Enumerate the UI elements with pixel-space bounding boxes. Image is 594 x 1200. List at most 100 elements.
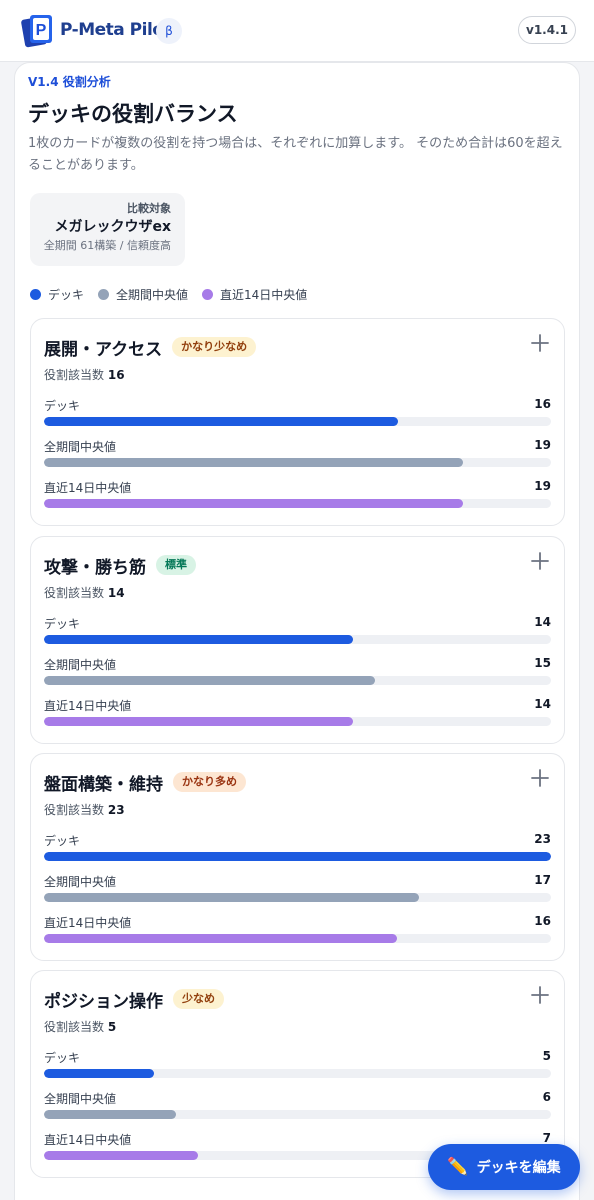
- role-count: 役割該当数 14: [44, 584, 125, 601]
- bar-value: 16: [534, 397, 551, 411]
- bar-fill: [44, 893, 419, 902]
- role-count-label: 役割該当数: [44, 586, 105, 600]
- bar-track: [44, 717, 551, 726]
- comparison-bar-row: デッキ 14: [44, 615, 551, 653]
- comparison-deck-name: メガレックウザex: [54, 219, 171, 235]
- role-count-label: 役割該当数: [44, 1020, 105, 1034]
- bar-label: 全期間中央値: [44, 1092, 117, 1106]
- bar-label: 直近14日中央値: [44, 699, 132, 713]
- page-title: デッキの役割バランス: [28, 102, 238, 126]
- bar-value: 7: [542, 1131, 551, 1145]
- legend: デッキ 全期間中央値 直近14日中央値: [30, 285, 321, 303]
- section-description: 1枚のカードが複数の役割を持つ場合は、それぞれに加算します。 そのため合計は60…: [28, 136, 563, 173]
- bar-fill: [44, 1069, 155, 1078]
- legend-item-all-time-median: 全期間中央値: [98, 286, 188, 303]
- edit-deck-button[interactable]: ✏️ デッキを編集: [428, 1144, 580, 1190]
- app-header: P P-Meta Pilot β v1.4.1: [0, 0, 594, 62]
- role-status-badge: 標準: [156, 555, 196, 575]
- comparison-bar-row: 直近14日中央値 14: [44, 697, 551, 735]
- role-title: ポジション操作: [44, 991, 163, 1012]
- role-title: 展開・アクセス: [44, 339, 163, 360]
- role-card-header: 盤面構築・維持 かなり多め: [44, 768, 246, 796]
- app-logo-text: P-Meta Pilot: [60, 20, 172, 40]
- comparison-label: 比較対象: [127, 202, 171, 215]
- bar-label: 全期間中央値: [44, 875, 117, 889]
- bar-fill: [44, 635, 353, 644]
- bar-track: [44, 676, 551, 685]
- beta-badge: β: [156, 18, 182, 44]
- bar-fill: [44, 717, 353, 726]
- role-status-badge: かなり多め: [173, 772, 246, 792]
- legend-label-all-time-median: 全期間中央値: [116, 287, 189, 302]
- role-count-value: 23: [107, 803, 125, 817]
- role-count-value: 5: [107, 1020, 117, 1034]
- bar-track: [44, 893, 551, 902]
- bar-value: 23: [534, 832, 551, 846]
- comparison-bar-row: デッキ 5: [44, 1049, 551, 1087]
- expand-plus-icon[interactable]: [530, 333, 550, 353]
- comparison-box: 比較対象 メガレックウザex 全期間 61構築 / 信頼度高: [30, 193, 185, 266]
- bar-fill: [44, 499, 463, 508]
- bar-fill: [44, 458, 463, 467]
- role-status-badge: かなり少なめ: [172, 337, 257, 357]
- role-count-value: 16: [107, 368, 125, 382]
- comparison-bar-row: 全期間中央値 6: [44, 1090, 551, 1128]
- bar-track: [44, 635, 551, 644]
- bar-value: 14: [534, 615, 551, 629]
- bar-track: [44, 458, 551, 467]
- role-card: 攻撃・勝ち筋 標準役割該当数 14 デッキ 14 全期間中央値 15 直近14日中央値 14: [30, 536, 565, 744]
- bar-fill: [44, 1110, 177, 1119]
- bar-label: 全期間中央値: [44, 440, 117, 454]
- comparison-bar-row: 直近14日中央値 19: [44, 479, 551, 517]
- bar-track: [44, 417, 551, 426]
- role-card-header: 攻撃・勝ち筋 標準: [44, 551, 196, 579]
- role-card-header: 展開・アクセス かなり少なめ: [44, 333, 257, 361]
- role-title: 盤面構築・維持: [44, 774, 163, 795]
- comparison-bar-row: 直近14日中央値 16: [44, 914, 551, 952]
- bar-fill: [44, 852, 551, 861]
- version-badge: v1.4.1: [518, 16, 576, 44]
- comparison-bar-row: デッキ 16: [44, 397, 551, 435]
- bar-label: デッキ: [44, 617, 81, 631]
- role-card: 展開・アクセス かなり少なめ 役割該当数 16 デッキ 16 全期間中央値 19 直近14日中…: [30, 318, 565, 526]
- bar-value: 17: [534, 873, 551, 887]
- bar-label: 直近14日中央値: [44, 481, 132, 495]
- role-status-badge: 少なめ: [173, 989, 224, 1009]
- bar-value: 19: [534, 438, 551, 452]
- logo-icon: P: [21, 15, 52, 48]
- expand-plus-icon[interactable]: [530, 768, 550, 788]
- bar-value: 5: [542, 1049, 551, 1063]
- legend-dot-recent-14d-median: [202, 288, 214, 300]
- bar-fill: [44, 676, 375, 685]
- role-count: 役割該当数 16: [44, 366, 125, 383]
- bar-value: 19: [534, 479, 551, 493]
- bar-value: 15: [534, 656, 551, 670]
- role-count: 役割該当数 5: [44, 1018, 116, 1035]
- comparison-bar-row: 全期間中央値 19: [44, 438, 551, 476]
- bar-label: 直近14日中央値: [44, 916, 132, 930]
- expand-plus-icon[interactable]: [530, 985, 550, 1005]
- role-card-header: ポジション操作 少なめ: [44, 985, 224, 1013]
- legend-item-recent-14d-median: 直近14日中央値: [202, 286, 307, 303]
- comparison-bar-row: 全期間中央値 17: [44, 873, 551, 911]
- bar-track: [44, 499, 551, 508]
- role-title: 攻撃・勝ち筋: [44, 557, 146, 578]
- bar-track: [44, 1110, 551, 1119]
- role-count-value: 14: [107, 586, 125, 600]
- pencil-icon: ✏️: [447, 1157, 469, 1177]
- legend-item-deck: デッキ: [30, 286, 84, 303]
- expand-plus-icon[interactable]: [530, 551, 550, 571]
- bar-fill: [44, 934, 397, 943]
- legend-label-recent-14d-median: 直近14日中央値: [220, 287, 308, 302]
- bar-value: 14: [534, 697, 551, 711]
- role-count-label: 役割該当数: [44, 368, 105, 382]
- bar-track: [44, 1069, 551, 1078]
- bar-track: [44, 934, 551, 943]
- comparison-bar-row: 全期間中央値 15: [44, 656, 551, 694]
- bar-fill: [44, 1151, 199, 1160]
- legend-label-deck: デッキ: [48, 287, 85, 302]
- bar-fill: [44, 417, 398, 426]
- bar-value: 16: [534, 914, 551, 928]
- bar-track: [44, 852, 551, 861]
- bar-label: デッキ: [44, 1051, 81, 1065]
